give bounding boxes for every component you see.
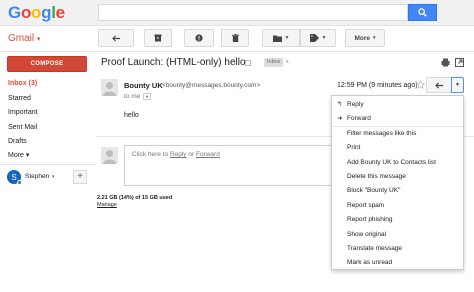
- chevron-down-icon: ▼: [321, 35, 327, 41]
- menu-item-label: Reply: [347, 101, 364, 108]
- menu-item-delete-this-message[interactable]: Delete this message: [332, 171, 463, 183]
- sidebar-item-starred[interactable]: Starred: [8, 94, 31, 103]
- back-button[interactable]: [98, 29, 134, 47]
- logo-letter: G: [8, 3, 21, 22]
- menu-item-forward[interactable]: ➜ Forward: [332, 113, 463, 125]
- menu-item-label: Translate message: [347, 245, 403, 252]
- back-arrow-icon: [111, 34, 120, 42]
- logo-letter: e: [55, 3, 65, 22]
- star-icon[interactable]: [415, 79, 426, 91]
- menu-item-mark-as-unread[interactable]: Mark as unread: [332, 257, 463, 269]
- menu-item-label: Delete this message: [347, 173, 406, 180]
- chevron-down-icon: ▾: [373, 35, 376, 41]
- chevron-down-icon: ▾: [36, 36, 41, 43]
- menu-item-block-bounty-uk[interactable]: Block "Bounty UK": [332, 185, 463, 197]
- menu-item-label: Forward: [347, 115, 371, 122]
- hangouts-user-name[interactable]: Stephen: [25, 173, 49, 180]
- search-icon: [418, 8, 427, 17]
- show-details-icon[interactable]: ▼: [143, 93, 151, 100]
- google-logo[interactable]: Google: [8, 3, 65, 23]
- menu-item-label: Report phishing: [347, 216, 393, 223]
- storage-usage: 2.21 GB (14%) of 15 GB used: [97, 195, 173, 201]
- chevron-down-icon: ▼: [284, 35, 290, 41]
- archive-icon: [154, 34, 162, 42]
- menu-item-reply[interactable]: ↰ Reply: [332, 99, 463, 111]
- sidebar-divider: [0, 164, 96, 165]
- page-title: Proof Launch: (HTML-only) hello: [101, 57, 246, 68]
- menu-item-label: Mark as unread: [347, 259, 393, 266]
- archive-button[interactable]: [144, 29, 172, 47]
- logo-letter: o: [20, 3, 32, 22]
- menu-item-translate-message[interactable]: Translate message: [332, 243, 463, 255]
- more-label: More: [354, 34, 370, 42]
- recipient-summary: to me: [124, 93, 141, 100]
- more-actions-button[interactable]: More ▾: [345, 29, 385, 47]
- search-input[interactable]: [98, 4, 408, 21]
- chevron-down-icon[interactable]: ▾: [52, 174, 55, 180]
- gmail-app-switcher[interactable]: Gmail ▾: [8, 33, 40, 46]
- message-actions-menu: ↰ Reply ➜ Forward Filter messages like this P…: [331, 95, 464, 270]
- presence-status-icon: [17, 180, 22, 185]
- reply-icon: ↰: [337, 101, 343, 108]
- print-all-icon[interactable]: [441, 58, 450, 69]
- message-body: hello: [124, 112, 139, 119]
- my-avatar: [101, 147, 118, 164]
- sidebar-item-inbox[interactable]: Inbox (3): [8, 79, 37, 88]
- inbox-label-chip[interactable]: Inbox: [264, 58, 284, 67]
- label-tag-icon: [309, 34, 319, 42]
- spam-icon: [195, 34, 203, 42]
- menu-item-report-spam[interactable]: Report spam: [332, 200, 463, 212]
- folder-icon: [272, 35, 282, 42]
- reply-button[interactable]: [426, 77, 452, 93]
- menu-item-report-phishing[interactable]: Report phishing: [332, 214, 463, 226]
- quick-reply-box[interactable]: Click here to Reply or Forward: [124, 145, 356, 186]
- menu-divider: [332, 126, 463, 127]
- sender-avatar: [101, 79, 118, 96]
- manage-storage-link[interactable]: Manage: [97, 202, 117, 208]
- new-window-icon[interactable]: [455, 58, 464, 69]
- reply-prompt-text: Click here to: [132, 151, 170, 158]
- labels-button[interactable]: ▼: [300, 29, 336, 47]
- important-marker-icon[interactable]: [245, 60, 251, 66]
- sender-email: <bounty@messages.bounty.com>: [162, 82, 261, 89]
- logo-letter: o: [31, 3, 42, 22]
- menu-item-filter-messages-like-this[interactable]: Filter messages like this: [332, 128, 463, 140]
- reply-icon: [434, 81, 443, 89]
- remove-label-icon[interactable]: x: [286, 58, 289, 67]
- message-more-button[interactable]: ▼: [451, 77, 464, 93]
- trash-icon: [231, 34, 239, 42]
- menu-item-label: Show original: [347, 231, 387, 238]
- sender-name[interactable]: Bounty UK: [124, 81, 163, 90]
- reply-or-text: or: [186, 151, 196, 158]
- new-hangout-button[interactable]: +: [73, 170, 87, 184]
- compose-button[interactable]: COMPOSE: [7, 56, 87, 72]
- gmail-label-text: Gmail: [8, 33, 35, 44]
- menu-item-label: Report spam: [347, 202, 385, 209]
- delete-button[interactable]: [221, 29, 249, 47]
- forward-icon: ➜: [337, 115, 343, 122]
- sidebar-item-sent-mail[interactable]: Sent Mail: [8, 123, 37, 132]
- sidebar-item-more[interactable]: More ▾: [8, 151, 29, 160]
- message-timestamp: 12:59 PM (9 minutes ago): [337, 82, 418, 89]
- toolbar-divider: [0, 51, 474, 52]
- logo-letter: g: [41, 3, 52, 22]
- reply-link[interactable]: Reply: [170, 151, 187, 158]
- move-to-button[interactable]: ▼: [262, 29, 300, 47]
- menu-item-print[interactable]: Print: [332, 142, 463, 154]
- menu-item-label: Block "Bounty UK": [347, 187, 401, 194]
- search-button[interactable]: [408, 4, 437, 21]
- sidebar-item-important[interactable]: Important: [8, 108, 38, 117]
- menu-item-add-bounty-uk-to-contacts-list[interactable]: Add Bounty UK to Contacts list: [332, 157, 463, 169]
- menu-item-label: Print: [347, 144, 361, 151]
- forward-link[interactable]: Forward: [196, 151, 220, 158]
- menu-item-label: Filter messages like this: [347, 130, 417, 137]
- menu-item-show-original[interactable]: Show original: [332, 229, 463, 241]
- sidebar-item-drafts[interactable]: Drafts: [8, 137, 27, 146]
- report-spam-button[interactable]: [184, 29, 214, 47]
- menu-item-label: Add Bounty UK to Contacts list: [347, 159, 436, 166]
